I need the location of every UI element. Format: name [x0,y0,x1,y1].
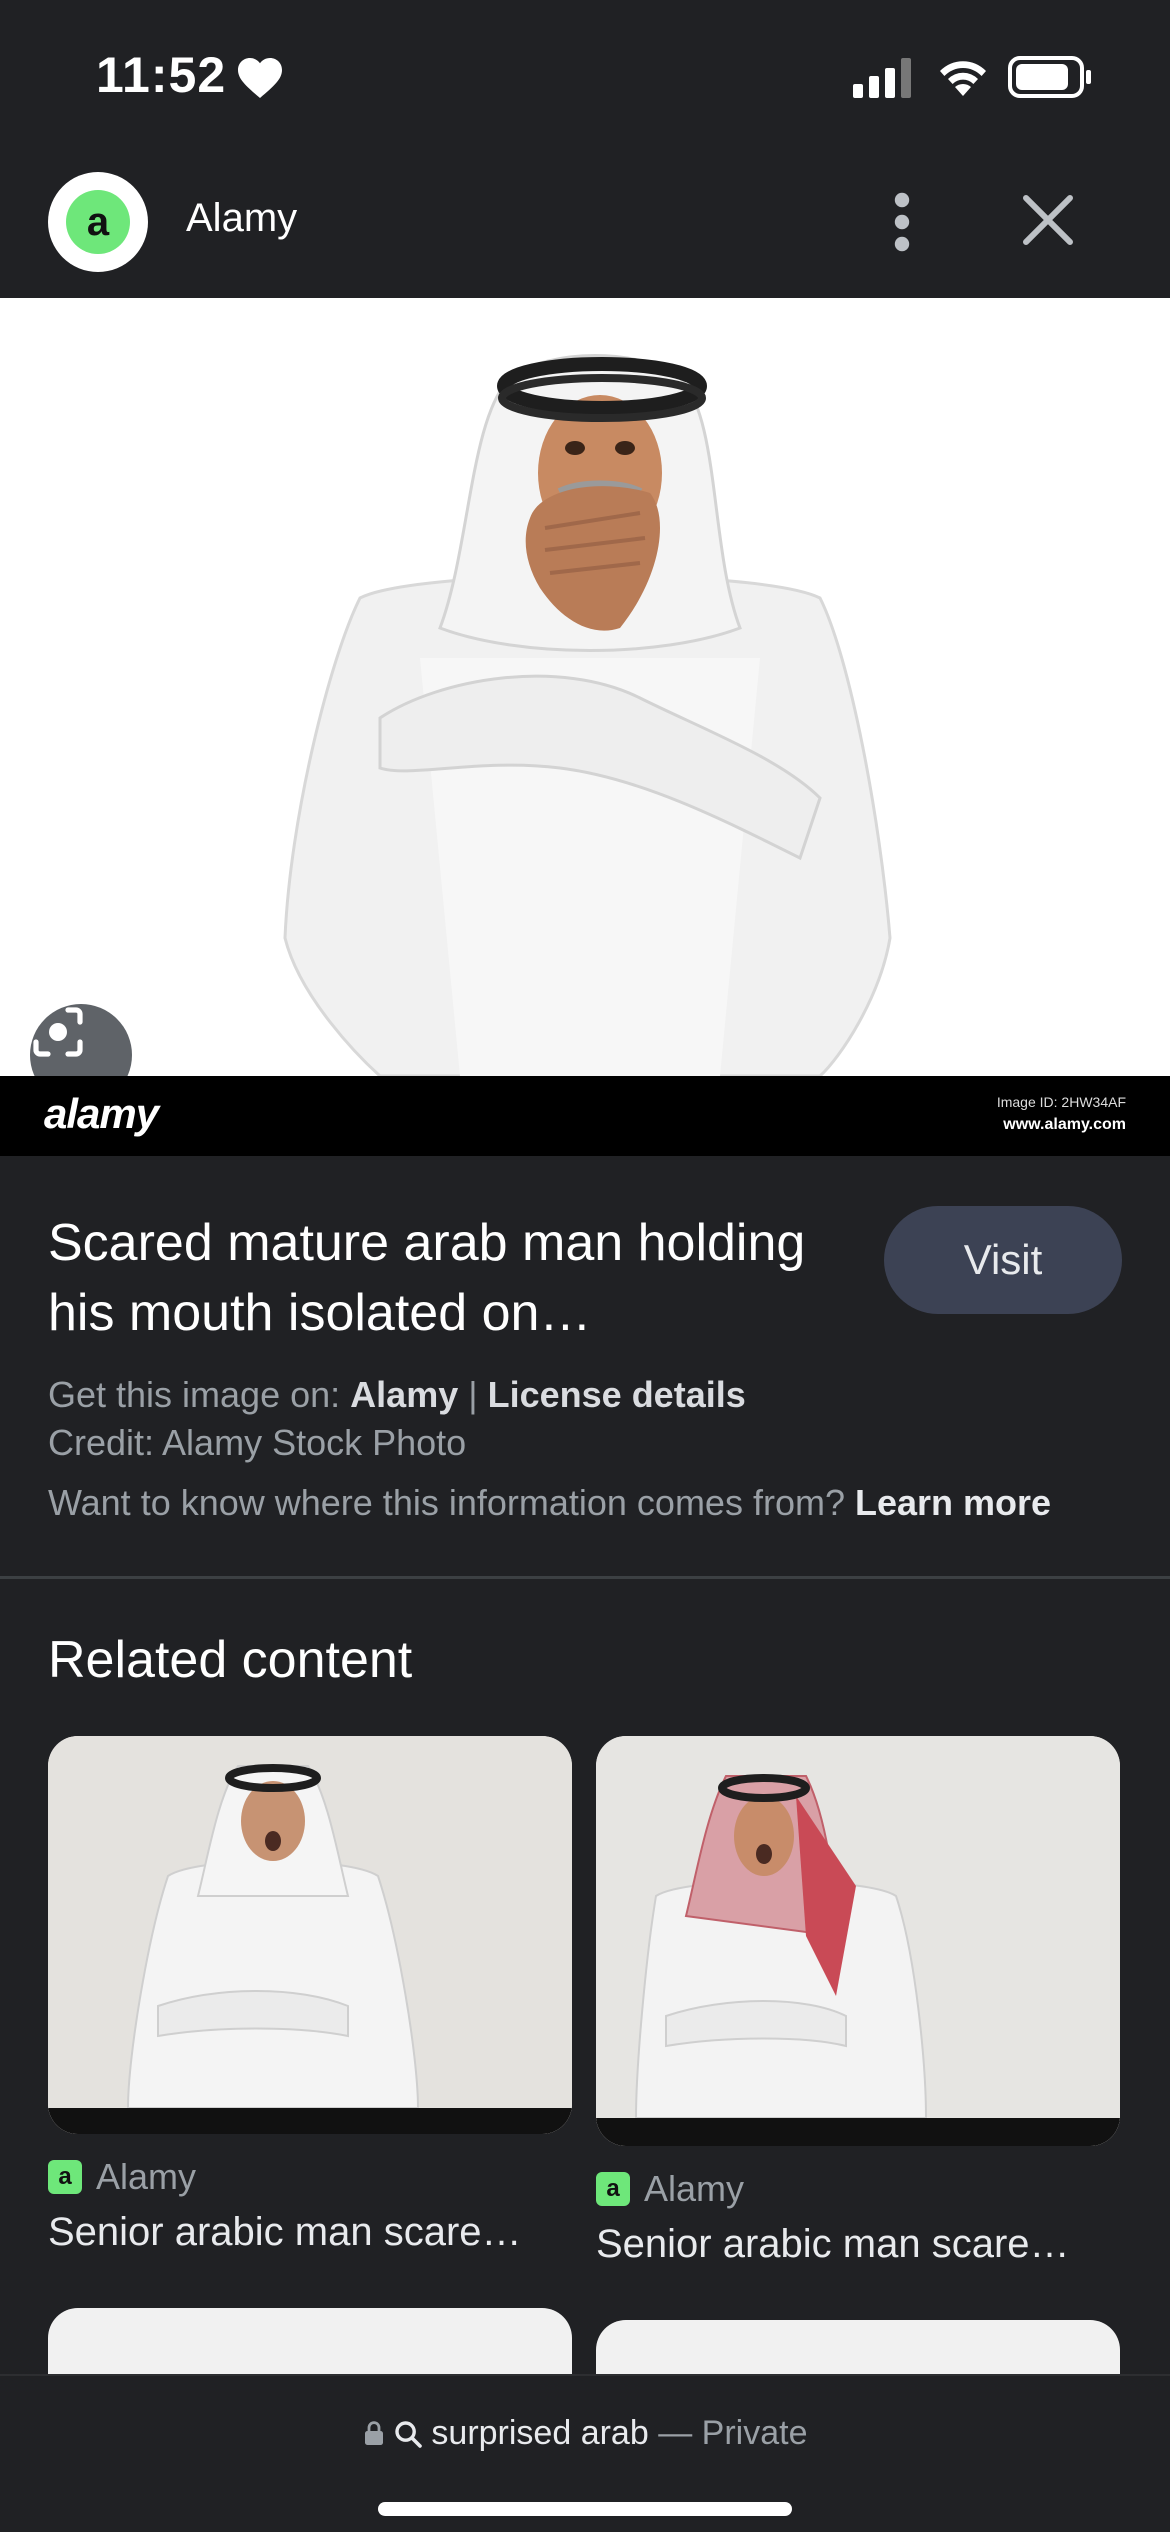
home-indicator[interactable] [378,2502,792,2516]
related-caption[interactable]: Senior arabic man scare… [596,2222,1070,2267]
lock-icon [364,2421,383,2445]
get-image-prefix: Get this image on: [48,1374,341,1415]
address-row[interactable]: surprised arab — Private [0,2414,1170,2453]
related-thumbnail[interactable] [48,1736,572,2134]
related-card[interactable]: a Alamy Senior arabic man scare… [48,1736,572,2254]
banner-url: www.alamy.com [1003,1116,1126,1133]
search-icon [395,2421,422,2448]
learn-more-link[interactable]: Learn more [855,1482,1051,1523]
related-photo [48,1736,572,2134]
alamy-favicon: a [48,2160,82,2194]
related-source: a Alamy [48,2156,196,2198]
heart-icon [238,58,282,98]
page: 11:52 a Alamy alamy Image ID: 2HW34AF ww… [0,0,1170,2532]
status-time: 11:52 [96,47,227,103]
main-image[interactable]: alamy Image ID: 2HW34AF www.alamy.com [0,298,1170,1156]
result-title[interactable]: Scared mature arab man holding his mouth… [48,1208,868,1348]
photo-illustration [0,298,1170,1076]
result-info: Scared mature arab man holding his mouth… [0,1156,1170,1576]
credit-line: Credit: Alamy Stock Photo [48,1422,467,1463]
private-label: Private [701,2414,808,2452]
related-source-name: Alamy [96,2156,197,2197]
get-image-source-link[interactable]: Alamy [350,1374,458,1415]
site-initial: a [66,190,130,254]
info-question: Want to know where this information come… [48,1482,845,1523]
get-image-line: Get this image on: Alamy | License detai… [48,1374,746,1416]
related-thumbnail[interactable] [596,1736,1120,2146]
watermark-banner: alamy Image ID: 2HW34AF www.alamy.com [0,1076,1170,1156]
info-line: Want to know where this information come… [48,1482,1051,1524]
related-source-name: Alamy [644,2168,745,2209]
battery-icon [1008,56,1091,98]
status-bar: 11:52 [0,0,1170,150]
source-header: a Alamy [0,160,1170,298]
related-source: a Alamy [596,2168,744,2210]
dash-separator: — [658,2414,693,2452]
lens-icon [33,1007,83,1057]
site-logo[interactable]: a [48,172,148,272]
related-caption[interactable]: Senior arabic man scare… [48,2210,522,2255]
banner-logo: alamy [44,1090,159,1137]
banner-image-id: Image ID: 2HW34AF [996,1094,1126,1110]
wifi-icon [940,61,986,96]
close-icon[interactable] [1020,192,1076,248]
related-heading: Related content [48,1631,413,1689]
visit-button[interactable]: Visit [884,1206,1122,1314]
bottom-address-bar[interactable]: surprised arab — Private [0,2374,1170,2532]
license-details-link[interactable]: License details [488,1374,746,1415]
more-vert-icon[interactable] [882,190,922,254]
separator: | [468,1374,478,1415]
section-divider [0,1576,1170,1579]
search-query: surprised arab [431,2414,649,2452]
alamy-favicon: a [596,2172,630,2206]
site-name[interactable]: Alamy [186,196,297,241]
signal-icon [853,58,911,98]
related-photo [596,1736,1120,2146]
related-card[interactable]: a Alamy Senior arabic man scare… [596,1736,1120,2266]
